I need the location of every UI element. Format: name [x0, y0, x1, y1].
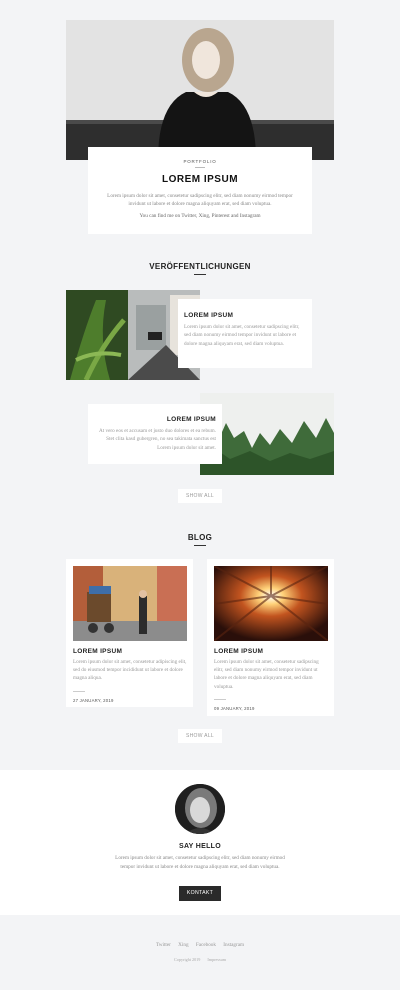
blog-show-all-button[interactable]: SHOW ALL: [178, 729, 222, 743]
section-title-publications: VERÖFFENTLICHUNGEN: [149, 262, 251, 271]
footer-link-twitter[interactable]: Twitter: [156, 942, 171, 948]
hero-photo: [66, 20, 334, 160]
publication-card-1: LOREM IPSUM Lorem ipsum dolor sit amet, …: [178, 299, 312, 368]
contact-button[interactable]: KONTAKT: [179, 886, 221, 901]
hero-card: PORTFOLIO LOREM IPSUM Lorem ipsum dolor …: [88, 147, 312, 234]
hero-image: [66, 20, 334, 160]
footer-meta: Copyright 2019 Impressum: [0, 957, 400, 962]
blog-post-title[interactable]: LOREM IPSUM: [214, 648, 328, 655]
blog-post-excerpt: Lorem ipsum dolor sit amet, consetetur a…: [73, 659, 187, 682]
blog-post-date: 27 JANUARY, 2019: [73, 697, 114, 703]
blog-card-1[interactable]: LOREM IPSUM Lorem ipsum dolor sit amet, …: [66, 559, 193, 707]
blog-post-excerpt: Lorem ipsum dolor sit amet, consetetur s…: [214, 659, 319, 690]
blog-image-1[interactable]: [73, 566, 187, 641]
hero-description: Lorem ipsum dolor sit amet, consetetur s…: [107, 193, 293, 207]
hero-social-note: You can find me on Twitter, Xing, Pinter…: [139, 213, 261, 219]
publications-show-all-button[interactable]: SHOW ALL: [178, 489, 222, 503]
section-divider: [194, 545, 206, 546]
section-title-blog: BLOG: [187, 533, 213, 542]
publication-excerpt: At vero eos et accusam et justo duo dolo…: [99, 428, 216, 451]
hero-kicker: PORTFOLIO: [183, 159, 217, 164]
blog-post-title[interactable]: LOREM IPSUM: [73, 648, 187, 655]
footer-link-xing[interactable]: Xing: [178, 942, 188, 948]
copyright-text: Copyright 2019: [173, 957, 201, 962]
section-divider: [194, 274, 206, 275]
page-title: LOREM IPSUM: [161, 174, 239, 185]
divider: [73, 690, 85, 692]
publication-excerpt: Lorem ipsum dolor sit amet, consetetur s…: [184, 324, 300, 347]
avatar: [175, 784, 225, 834]
divider: [195, 167, 205, 168]
publication-card-2: LOREM IPSUM At vero eos et accusam et ju…: [88, 404, 222, 464]
divider: [214, 698, 226, 700]
blog-card-2[interactable]: LOREM IPSUM Lorem ipsum dolor sit amet, …: [207, 559, 334, 716]
publication-title[interactable]: LOREM IPSUM: [94, 416, 216, 423]
blog-post-date: 09 JANUARY, 2019: [214, 705, 255, 711]
contact-title: SAY HELLO: [179, 843, 221, 850]
footer-link-instagram[interactable]: Instagram: [223, 942, 244, 948]
publication-title[interactable]: LOREM IPSUM: [184, 312, 306, 319]
footer-social-links: Twitter Xing Facebook Instagram: [0, 942, 400, 948]
contact-description: Lorem ipsum dolor sit amet, consetetur s…: [115, 855, 285, 870]
imprint-link[interactable]: Impressum: [207, 957, 226, 962]
footer-link-facebook[interactable]: Facebook: [196, 942, 216, 948]
blog-image-2[interactable]: [214, 566, 328, 641]
